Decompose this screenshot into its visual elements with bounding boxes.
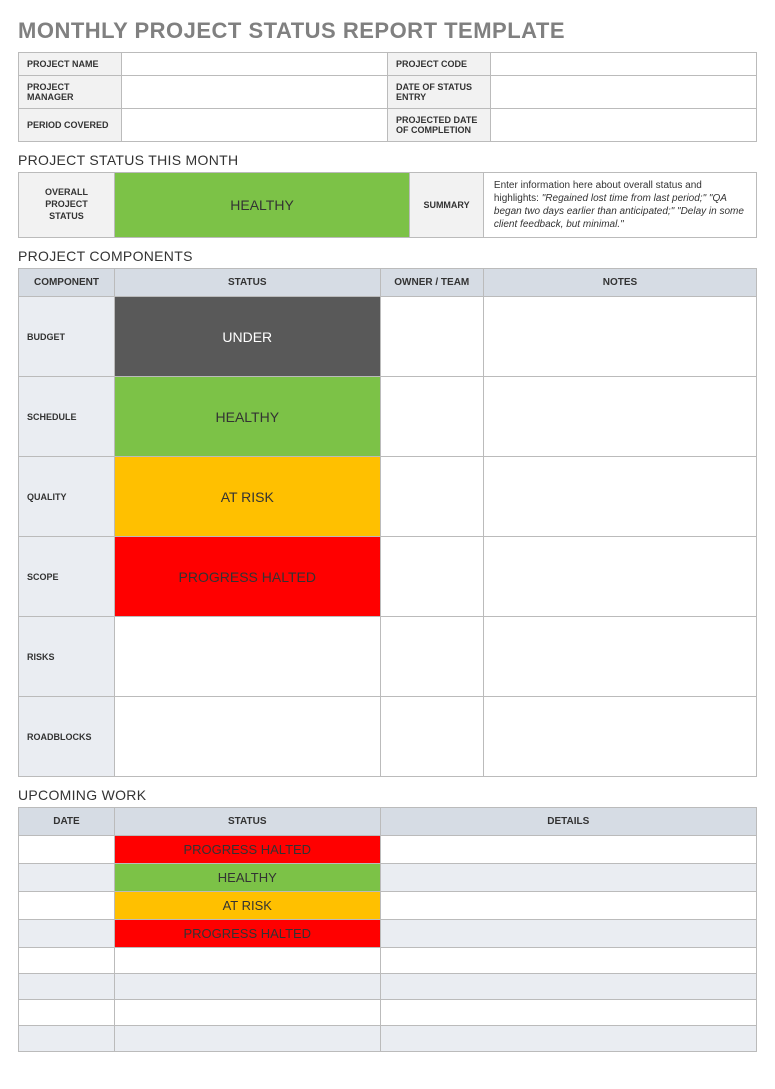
upcoming-details <box>380 920 756 948</box>
page-title: MONTHLY PROJECT STATUS REPORT TEMPLATE <box>18 18 757 44</box>
upcoming-header-date: DATE <box>19 808 115 836</box>
components-heading: PROJECT COMPONENTS <box>18 248 757 264</box>
meta-label: PROJECT NAME <box>19 53 122 76</box>
upcoming-date <box>19 864 115 892</box>
component-label: ROADBLOCKS <box>19 697 115 777</box>
components-header-owner: OWNER / TEAM <box>380 269 483 297</box>
table-row <box>19 974 757 1000</box>
components-table: COMPONENT STATUS OWNER / TEAM NOTES BUDG… <box>18 268 757 777</box>
meta-label: DATE OF STATUS ENTRY <box>387 76 490 109</box>
component-owner <box>380 537 483 617</box>
upcoming-details <box>380 1026 756 1052</box>
overall-status-label: OVERALL PROJECT STATUS <box>19 173 115 238</box>
meta-table: PROJECT NAME PROJECT CODE PROJECT MANAGER D… <box>18 52 757 142</box>
meta-value <box>491 53 757 76</box>
component-owner <box>380 617 483 697</box>
upcoming-details <box>380 836 756 864</box>
table-row: HEALTHY <box>19 864 757 892</box>
upcoming-date <box>19 920 115 948</box>
components-header-notes: NOTES <box>483 269 756 297</box>
upcoming-date <box>19 1000 115 1026</box>
meta-label: PROJECT MANAGER <box>19 76 122 109</box>
meta-value <box>122 53 388 76</box>
component-notes <box>483 297 756 377</box>
component-notes <box>483 697 756 777</box>
upcoming-date <box>19 974 115 1000</box>
table-row: PROGRESS HALTED <box>19 836 757 864</box>
component-label: SCHEDULE <box>19 377 115 457</box>
table-row: RISKS <box>19 617 757 697</box>
components-header-component: COMPONENT <box>19 269 115 297</box>
table-row: PROGRESS HALTED <box>19 920 757 948</box>
table-row: QUALITYAT RISK <box>19 457 757 537</box>
components-header-status: STATUS <box>114 269 380 297</box>
component-status: UNDER <box>114 297 380 377</box>
upcoming-status <box>114 1026 380 1052</box>
upcoming-header-status: STATUS <box>114 808 380 836</box>
meta-label: PERIOD COVERED <box>19 109 122 142</box>
upcoming-status <box>114 948 380 974</box>
component-status: AT RISK <box>114 457 380 537</box>
component-label: BUDGET <box>19 297 115 377</box>
status-month-heading: PROJECT STATUS THIS MONTH <box>18 152 757 168</box>
component-status: PROGRESS HALTED <box>114 537 380 617</box>
table-row: SCHEDULEHEALTHY <box>19 377 757 457</box>
table-row: ROADBLOCKS <box>19 697 757 777</box>
upcoming-date <box>19 836 115 864</box>
component-owner <box>380 697 483 777</box>
component-status <box>114 617 380 697</box>
summary-label: SUMMARY <box>410 173 484 238</box>
upcoming-details <box>380 974 756 1000</box>
upcoming-status <box>114 974 380 1000</box>
meta-value <box>491 109 757 142</box>
table-row <box>19 1026 757 1052</box>
upcoming-header-details: DETAILS <box>380 808 756 836</box>
status-month-table: OVERALL PROJECT STATUS HEALTHY SUMMARY E… <box>18 172 757 238</box>
upcoming-heading: UPCOMING WORK <box>18 787 757 803</box>
table-row: BUDGETUNDER <box>19 297 757 377</box>
meta-value <box>491 76 757 109</box>
upcoming-details <box>380 1000 756 1026</box>
upcoming-status: HEALTHY <box>114 864 380 892</box>
upcoming-status: AT RISK <box>114 892 380 920</box>
component-label: QUALITY <box>19 457 115 537</box>
component-owner <box>380 297 483 377</box>
table-row: SCOPEPROGRESS HALTED <box>19 537 757 617</box>
component-status: HEALTHY <box>114 377 380 457</box>
component-notes <box>483 377 756 457</box>
table-row <box>19 948 757 974</box>
component-label: RISKS <box>19 617 115 697</box>
component-owner <box>380 377 483 457</box>
meta-value <box>122 109 388 142</box>
upcoming-status <box>114 1000 380 1026</box>
upcoming-status: PROGRESS HALTED <box>114 836 380 864</box>
component-notes <box>483 537 756 617</box>
meta-label: PROJECTED DATE OF COMPLETION <box>387 109 490 142</box>
component-owner <box>380 457 483 537</box>
component-label: SCOPE <box>19 537 115 617</box>
upcoming-status: PROGRESS HALTED <box>114 920 380 948</box>
component-notes <box>483 617 756 697</box>
upcoming-date <box>19 892 115 920</box>
component-notes <box>483 457 756 537</box>
meta-value <box>122 76 388 109</box>
upcoming-details <box>380 864 756 892</box>
upcoming-table: DATE STATUS DETAILS PROGRESS HALTEDHEALT… <box>18 807 757 1052</box>
component-status <box>114 697 380 777</box>
upcoming-date <box>19 1026 115 1052</box>
overall-status-value: HEALTHY <box>114 173 409 238</box>
table-row <box>19 1000 757 1026</box>
meta-label: PROJECT CODE <box>387 53 490 76</box>
upcoming-details <box>380 948 756 974</box>
upcoming-details <box>380 892 756 920</box>
table-row: AT RISK <box>19 892 757 920</box>
summary-text: Enter information here about overall sta… <box>483 173 756 238</box>
upcoming-date <box>19 948 115 974</box>
